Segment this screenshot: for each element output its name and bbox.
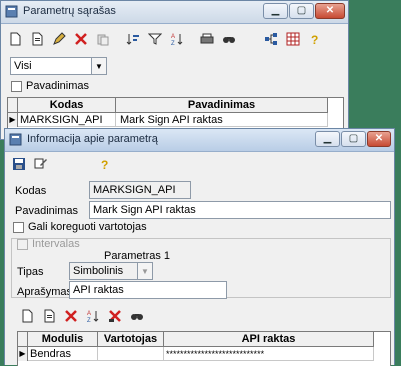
sort-az-icon[interactable]: AZ bbox=[167, 30, 187, 48]
indicator-header bbox=[8, 98, 18, 113]
close-button[interactable]: ✕ bbox=[315, 3, 345, 19]
front-toolbar: ? bbox=[9, 153, 115, 175]
kodas-field[interactable]: MARKSIGN_API bbox=[89, 181, 191, 199]
parametras-group-title: Parametras 1 bbox=[104, 250, 171, 262]
maximize-button[interactable]: ▢ bbox=[341, 131, 366, 147]
app-icon bbox=[9, 133, 22, 146]
intervalas-checkbox[interactable] bbox=[17, 239, 28, 250]
front-window-title: Informacija apie parametrą bbox=[27, 133, 158, 145]
app-icon bbox=[5, 5, 18, 18]
aprasymas-field[interactable]: API raktas bbox=[69, 281, 227, 299]
new-icon[interactable] bbox=[17, 307, 37, 325]
intervalas-label: Intervalas bbox=[32, 238, 80, 250]
col-header-vartotojas[interactable]: Vartotojas bbox=[98, 332, 164, 347]
informacija-apie-parametra-window: Informacija apie parametrą ▁ ▢ ✕ ? Kodas… bbox=[4, 128, 395, 366]
edit-icon[interactable] bbox=[49, 30, 69, 48]
properties-icon[interactable] bbox=[31, 155, 51, 173]
svg-text:Z: Z bbox=[87, 318, 91, 323]
paste-icon[interactable] bbox=[93, 30, 113, 48]
pavadinimas-label: Pavadinimas bbox=[15, 205, 78, 217]
aprasymas-label: Aprašymas bbox=[17, 286, 73, 298]
copy-doc-icon[interactable] bbox=[39, 307, 59, 325]
filter-select[interactable]: Visi ▼ bbox=[10, 57, 107, 75]
filter-select-value: Visi bbox=[14, 60, 32, 72]
save-icon[interactable] bbox=[9, 155, 29, 173]
tree-icon[interactable] bbox=[261, 30, 281, 48]
find-icon[interactable] bbox=[219, 30, 239, 48]
gali-koreguoti-checkbox[interactable] bbox=[13, 222, 24, 233]
back-window-title: Parametrų sąrašas bbox=[23, 5, 116, 17]
delete-icon[interactable] bbox=[61, 307, 81, 325]
col-header-pavadinimas[interactable]: Pavadinimas bbox=[116, 98, 328, 113]
svg-text:A: A bbox=[87, 311, 91, 317]
back-window-titlebar[interactable]: Parametrų sąrašas ▁ ▢ ✕ bbox=[1, 1, 348, 24]
svg-text:?: ? bbox=[101, 158, 108, 171]
svg-text:A: A bbox=[171, 34, 175, 40]
svg-text:Z: Z bbox=[171, 41, 175, 46]
minimize-button[interactable]: ▁ bbox=[263, 3, 288, 19]
front-window-titlebar[interactable]: Informacija apie parametrą ▁ ▢ ✕ bbox=[5, 129, 394, 152]
cell-pavadinimas[interactable]: Mark Sign API raktas bbox=[116, 113, 328, 127]
grid-icon[interactable] bbox=[283, 30, 303, 48]
row-indicator-icon: ▶ bbox=[18, 347, 28, 361]
back-toolbar: AZ ? bbox=[5, 28, 325, 50]
pavadinimas-checkbox-label: Pavadinimas bbox=[26, 80, 89, 92]
grid-toolbar: AZ bbox=[17, 305, 147, 327]
tipas-label: Tipas bbox=[17, 266, 44, 278]
modules-table: Modulis Vartotojas API raktas ▶ Bendras … bbox=[17, 331, 391, 366]
new-icon[interactable] bbox=[5, 30, 25, 48]
cell-api-raktas[interactable]: **************************** bbox=[164, 347, 374, 361]
sort-az-icon[interactable]: AZ bbox=[83, 307, 103, 325]
maximize-button[interactable]: ▢ bbox=[289, 3, 314, 19]
kodas-label: Kodas bbox=[15, 185, 47, 197]
col-header-api-raktas[interactable]: API raktas bbox=[164, 332, 374, 347]
delete-icon[interactable] bbox=[71, 30, 91, 48]
find-icon[interactable] bbox=[127, 307, 147, 325]
indicator-header bbox=[18, 332, 28, 347]
delete-all-icon[interactable] bbox=[105, 307, 125, 325]
cell-vartotojas[interactable] bbox=[98, 347, 164, 361]
chevron-down-icon[interactable]: ▼ bbox=[137, 263, 152, 279]
copy-doc-icon[interactable] bbox=[27, 30, 47, 48]
help-icon[interactable]: ? bbox=[305, 30, 325, 48]
svg-text:?: ? bbox=[311, 33, 318, 46]
tipas-select-value: Simbolinis bbox=[73, 265, 124, 277]
close-button[interactable]: ✕ bbox=[367, 131, 391, 147]
minimize-button[interactable]: ▁ bbox=[315, 131, 340, 147]
cell-modulis[interactable]: Bendras bbox=[28, 347, 98, 361]
cell-kodas[interactable]: MARKSIGN_API bbox=[18, 113, 116, 127]
parametru-sarasas-window: Parametrų sąrašas ▁ ▢ ✕ AZ ? Visi ▼ Pava… bbox=[0, 0, 349, 140]
col-header-kodas[interactable]: Kodas bbox=[18, 98, 116, 113]
help-icon[interactable]: ? bbox=[95, 155, 115, 173]
col-header-modulis[interactable]: Modulis bbox=[28, 332, 98, 347]
filter-icon[interactable] bbox=[145, 30, 165, 48]
row-indicator-icon: ▶ bbox=[8, 113, 18, 127]
print-icon[interactable] bbox=[197, 30, 217, 48]
pavadinimas-field[interactable]: Mark Sign API raktas bbox=[89, 201, 391, 219]
pavadinimas-checkbox[interactable] bbox=[11, 81, 22, 92]
sort-icon[interactable] bbox=[123, 30, 143, 48]
gali-koreguoti-label: Gali koreguoti vartotojas bbox=[28, 221, 147, 233]
chevron-down-icon[interactable]: ▼ bbox=[91, 58, 106, 74]
tipas-select[interactable]: Simbolinis ▼ bbox=[69, 262, 153, 280]
